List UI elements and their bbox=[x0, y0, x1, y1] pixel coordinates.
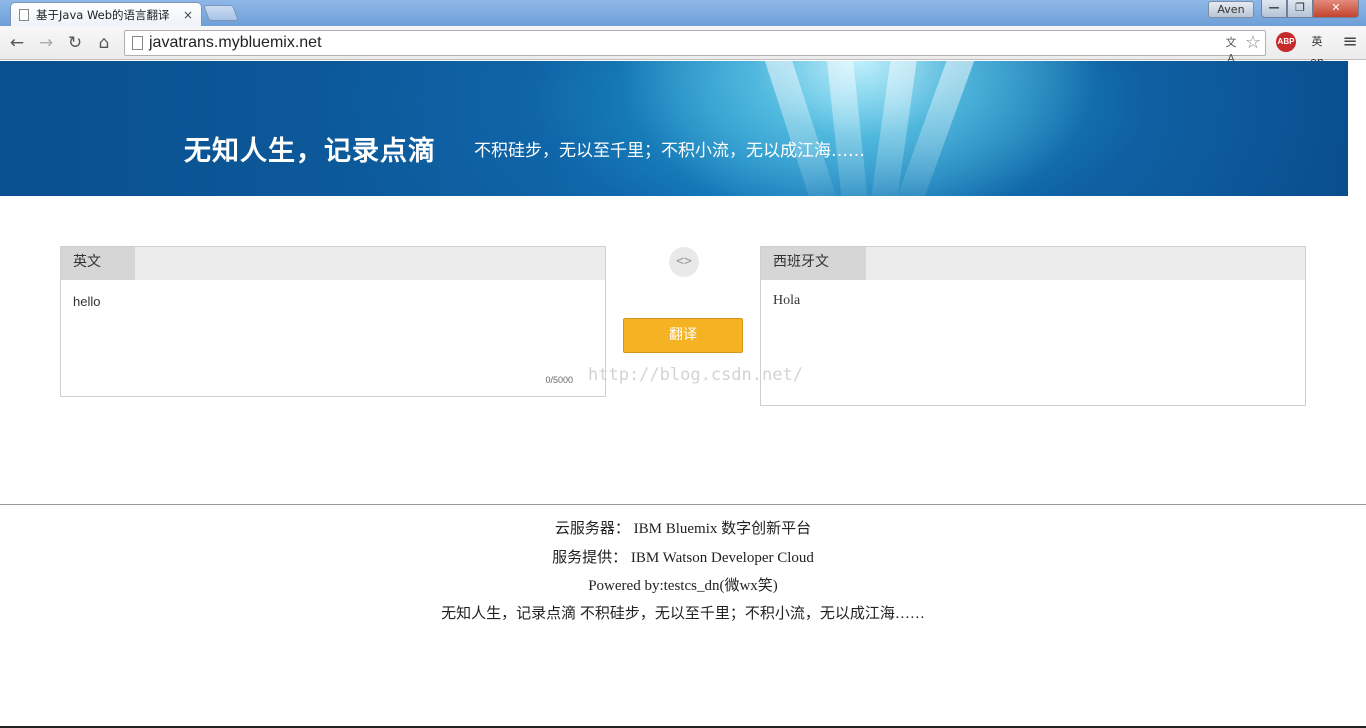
source-input[interactable]: hello bbox=[73, 294, 100, 309]
swap-languages-button[interactable]: <> bbox=[669, 247, 699, 277]
source-panel: 英文 hello 0/5000 bbox=[60, 246, 606, 397]
home-icon[interactable]: ⌂ bbox=[93, 32, 115, 54]
page-icon bbox=[132, 36, 143, 50]
url-text[interactable]: javatrans.mybluemix.net bbox=[149, 34, 322, 52]
address-bar[interactable]: javatrans.mybluemix.net 文A ☆ bbox=[124, 30, 1266, 65]
target-panel: 西班牙文 Hola bbox=[760, 246, 1306, 406]
close-window-button[interactable]: ✕ bbox=[1313, 0, 1359, 18]
translate-button[interactable]: 翻译 bbox=[623, 318, 743, 353]
page-icon bbox=[19, 8, 29, 21]
footer-motto: 无知人生，记录点滴 不积硅步，无以至千里；不积小流，无以成江海…… bbox=[441, 606, 925, 622]
menu-icon[interactable]: ≡ bbox=[1340, 32, 1360, 52]
minimize-button[interactable]: — bbox=[1261, 0, 1287, 18]
translation-output: Hola bbox=[773, 293, 801, 308]
footer-service-provider: 服务提供： IBM Watson Developer Cloud bbox=[552, 550, 814, 566]
char-counter: 0/5000 bbox=[545, 375, 573, 385]
forward-icon[interactable]: → bbox=[35, 32, 57, 54]
language-extension-icon[interactable]: 英en bbox=[1306, 32, 1328, 68]
reload-icon[interactable]: ↻ bbox=[64, 32, 86, 54]
site-title: 无知人生，记录点滴 bbox=[184, 136, 436, 167]
source-panel-header: 英文 bbox=[61, 247, 605, 280]
adblock-icon[interactable]: ABP bbox=[1276, 32, 1296, 52]
profile-button[interactable]: Aven bbox=[1208, 1, 1254, 18]
tab-strip: 基于Java Web的语言翻译 × Aven — ❐ ✕ bbox=[0, 0, 1366, 26]
new-tab-button[interactable] bbox=[203, 5, 239, 21]
tab-close-icon[interactable]: × bbox=[183, 8, 193, 22]
target-language-tab[interactable]: 西班牙文 bbox=[761, 247, 866, 280]
site-subtitle: 不积硅步，无以至千里；不积小流，无以成江海…… bbox=[474, 141, 865, 161]
header-banner: 无知人生，记录点滴 不积硅步，无以至千里；不积小流，无以成江海…… bbox=[0, 61, 1348, 196]
bookmark-star-icon[interactable]: ☆ bbox=[1245, 32, 1261, 54]
translate-icon[interactable]: 文A bbox=[1223, 35, 1239, 65]
source-language-tab[interactable]: 英文 bbox=[61, 247, 135, 280]
maximize-button[interactable]: ❐ bbox=[1287, 0, 1313, 18]
browser-tab[interactable]: 基于Java Web的语言翻译 × bbox=[10, 2, 202, 26]
footer-powered-by: Powered by:testcs_dn(微wx笑) bbox=[588, 578, 778, 594]
footer-cloud-server: 云服务器： IBM Bluemix 数字创新平台 bbox=[554, 521, 812, 537]
tab-title: 基于Java Web的语言翻译 bbox=[36, 7, 170, 22]
light-ray bbox=[826, 61, 870, 196]
watermark: http://blog.csdn.net/ bbox=[588, 365, 803, 385]
browser-toolbar: ← → ↻ ⌂ javatrans.mybluemix.net 文A ☆ ABP… bbox=[0, 26, 1366, 68]
footer-divider bbox=[0, 504, 1366, 505]
target-panel-header: 西班牙文 bbox=[761, 247, 1305, 280]
back-icon[interactable]: ← bbox=[6, 32, 28, 54]
